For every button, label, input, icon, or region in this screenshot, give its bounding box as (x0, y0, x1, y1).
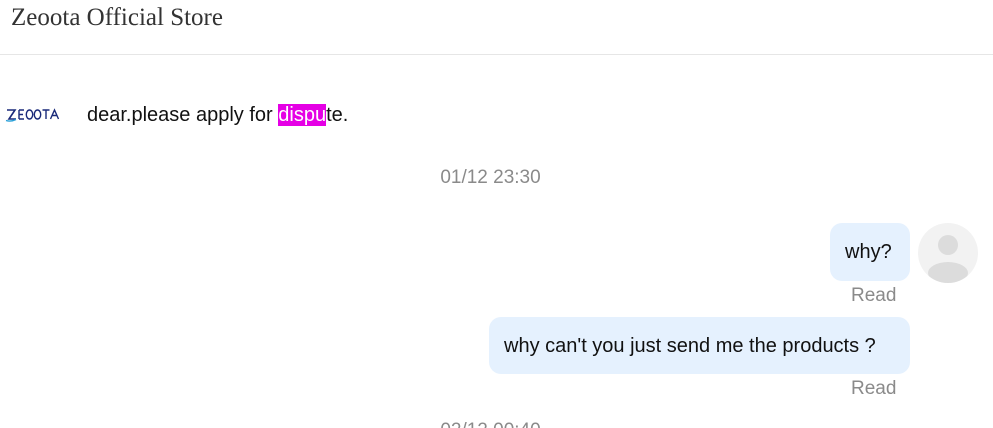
chat-page: Zeoota Official Store dear.please apply … (0, 0, 993, 428)
chat-header: Zeoota Official Store (0, 0, 993, 55)
read-status: Read (851, 285, 897, 306)
store-title: Zeoota Official Store (11, 4, 223, 31)
search-highlight: dispu (278, 104, 327, 126)
zeoota-logo (5, 107, 63, 123)
buyer-message-text: why can't you just send me the products … (504, 335, 876, 357)
message-timestamp: 01/12 23:30 (440, 167, 541, 188)
message-timestamp: 02/12 00:40 (0, 420, 981, 428)
user-avatar-icon (918, 223, 978, 283)
buyer-message-bubble: why can't you just send me the products … (489, 317, 910, 374)
seller-message-text: dear.please apply for (87, 104, 279, 126)
buyer-message-bubble: why? (830, 223, 910, 281)
seller-message: dear.please apply for dispute. (87, 103, 348, 127)
seller-message-text-end: te. (326, 104, 349, 126)
read-status: Read (851, 378, 897, 399)
buyer-message-text: why? (845, 241, 892, 263)
